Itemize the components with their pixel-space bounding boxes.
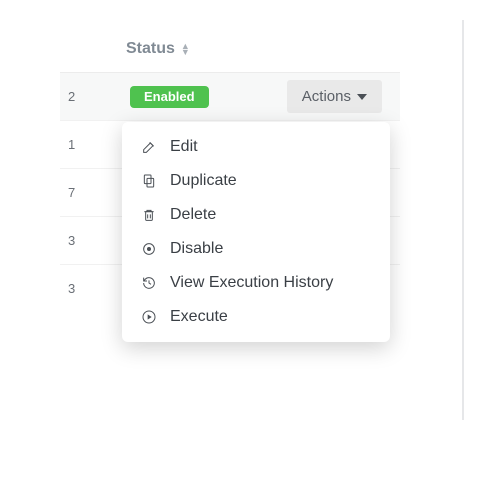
actions-button-label: Actions	[302, 88, 351, 105]
play-icon	[140, 308, 158, 326]
disable-icon	[140, 240, 158, 258]
menu-item-view-history[interactable]: View Execution History	[122, 266, 390, 300]
menu-item-execute[interactable]: Execute	[122, 300, 390, 334]
caret-down-icon	[357, 94, 367, 100]
column-header-label: Status	[126, 40, 175, 58]
row-leading-char: 2	[68, 89, 82, 104]
menu-item-label: Edit	[170, 138, 198, 156]
menu-item-label: Execute	[170, 308, 228, 326]
edit-icon	[140, 138, 158, 156]
trash-icon	[140, 206, 158, 224]
table-row: 2 Enabled Actions	[60, 72, 400, 120]
menu-item-disable[interactable]: Disable	[122, 232, 390, 266]
actions-button[interactable]: Actions	[287, 80, 382, 113]
row-leading-char: 3	[68, 233, 82, 248]
status-badge: Enabled	[130, 86, 209, 108]
history-icon	[140, 274, 158, 292]
vertical-divider	[462, 20, 464, 420]
menu-item-label: Duplicate	[170, 172, 237, 190]
row-leading-char: 7	[68, 185, 82, 200]
column-header-status[interactable]: Status ▲▼	[60, 30, 400, 72]
actions-dropdown: Edit Duplicate Delete Disable View Execu…	[122, 122, 390, 342]
row-leading-char: 3	[68, 281, 82, 296]
menu-item-edit[interactable]: Edit	[122, 130, 390, 164]
menu-item-label: Disable	[170, 240, 223, 258]
menu-item-duplicate[interactable]: Duplicate	[122, 164, 390, 198]
menu-item-label: View Execution History	[170, 274, 333, 292]
menu-item-label: Delete	[170, 206, 216, 224]
menu-item-delete[interactable]: Delete	[122, 198, 390, 232]
sort-icon: ▲▼	[181, 43, 190, 55]
row-leading-char: 1	[68, 137, 82, 152]
duplicate-icon	[140, 172, 158, 190]
